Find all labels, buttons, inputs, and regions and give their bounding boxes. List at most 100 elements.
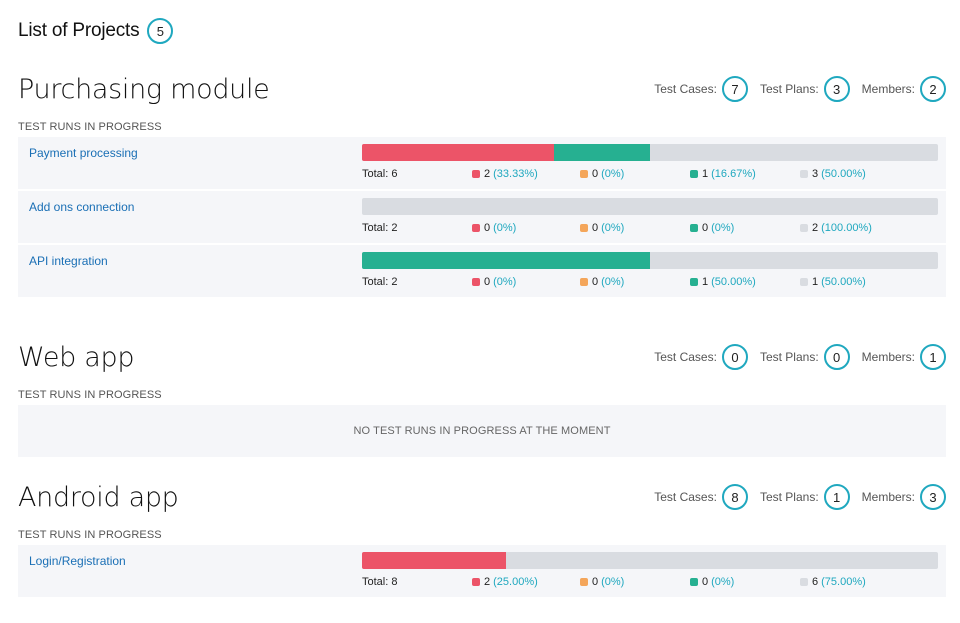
failed-count: 2	[484, 168, 491, 180]
blocked-swatch-icon	[580, 224, 588, 232]
project-stats: Test Cases: 8 Test Plans: 1 Members: 3	[642, 484, 946, 510]
test-plans-badge[interactable]: 3	[823, 76, 850, 102]
blocked-percent[interactable]: (0%)	[601, 222, 624, 234]
failed-percent[interactable]: (0%)	[493, 222, 516, 234]
legend-failed: 0 (0%)	[472, 276, 516, 288]
stat-label: Test Cases:	[654, 490, 717, 504]
stat-label: Members:	[861, 350, 915, 364]
legend-failed: 2 (25.00%)	[472, 576, 538, 588]
members-badge[interactable]: 2	[920, 76, 946, 102]
test-run-link[interactable]: Login/Registration	[29, 554, 126, 568]
passed-percent[interactable]: (16.67%)	[711, 168, 756, 180]
legend-untested: 6 (75.00%)	[800, 576, 866, 588]
section-label: TEST RUNS IN PROGRESS	[18, 121, 162, 133]
blocked-percent[interactable]: (0%)	[601, 168, 624, 180]
blocked-percent[interactable]: (0%)	[601, 576, 624, 588]
legend-passed: 0 (0%)	[690, 576, 734, 588]
stat-members: Members: 2	[862, 76, 946, 102]
test-cases-badge[interactable]: 7	[721, 76, 748, 102]
legend-blocked: 0 (0%)	[580, 222, 624, 234]
stat-label: Members:	[861, 490, 915, 504]
project-name[interactable]: Purchasing module	[18, 72, 270, 108]
untested-swatch-icon	[800, 224, 808, 232]
run-stats: Total: 6 2 (33.33%) 0 (0%) 1 (16.67%) 3 …	[362, 168, 938, 182]
progress-bar	[362, 144, 938, 161]
project-section: Android app Test Cases: 8 Test Plans: 1 …	[18, 480, 946, 599]
test-runs-list: Payment processing Total: 6 2 (33.33%) 0…	[18, 137, 946, 297]
progress-bar	[362, 198, 938, 215]
members-badge[interactable]: 1	[920, 344, 946, 370]
blocked-swatch-icon	[580, 170, 588, 178]
test-run-link[interactable]: Add ons connection	[29, 200, 134, 214]
failed-percent[interactable]: (25.00%)	[493, 576, 538, 588]
legend-failed: 0 (0%)	[472, 222, 516, 234]
passed-swatch-icon	[690, 170, 698, 178]
project-section: Purchasing module Test Cases: 7 Test Pla…	[18, 72, 946, 299]
passed-swatch-icon	[690, 224, 698, 232]
passed-percent[interactable]: (0%)	[711, 222, 734, 234]
stat-test-cases: Test Cases: 8	[654, 484, 748, 510]
project-header: Web app Test Cases: 0 Test Plans: 0 Memb…	[18, 340, 946, 380]
untested-count: 2	[812, 222, 819, 234]
legend-passed: 1 (50.00%)	[690, 276, 756, 288]
failed-swatch-icon	[472, 224, 480, 232]
project-header: Android app Test Cases: 8 Test Plans: 1 …	[18, 480, 946, 520]
blocked-count: 0	[592, 222, 599, 234]
members-badge[interactable]: 3	[920, 484, 946, 510]
stat-test-cases: Test Cases: 7	[654, 76, 748, 102]
legend-passed: 1 (16.67%)	[690, 168, 756, 180]
untested-count: 3	[812, 168, 819, 180]
passed-count: 1	[702, 276, 709, 288]
blocked-count: 0	[592, 276, 599, 288]
passed-count: 1	[702, 168, 709, 180]
passed-percent[interactable]: (0%)	[711, 576, 734, 588]
blocked-swatch-icon	[580, 578, 588, 586]
failed-swatch-icon	[472, 278, 480, 286]
bar-segment-passed	[362, 252, 650, 269]
test-plans-badge[interactable]: 1	[823, 484, 850, 510]
blocked-percent[interactable]: (0%)	[601, 276, 624, 288]
failed-percent[interactable]: (33.33%)	[493, 168, 538, 180]
legend-untested: 3 (50.00%)	[800, 168, 866, 180]
run-total: Total: 8	[362, 576, 398, 588]
failed-count: 0	[484, 276, 491, 288]
test-run-link[interactable]: Payment processing	[29, 146, 138, 160]
test-run-row: Add ons connection Total: 2 0 (0%) 0 (0%…	[18, 191, 946, 243]
untested-count: 1	[812, 276, 819, 288]
run-stats: Total: 2 0 (0%) 0 (0%) 0 (0%) 2 (100.00%…	[362, 222, 938, 236]
passed-percent[interactable]: (50.00%)	[711, 276, 756, 288]
untested-percent[interactable]: (50.00%)	[821, 168, 866, 180]
project-name[interactable]: Web app	[18, 340, 134, 376]
stat-label: Test Plans:	[759, 350, 819, 364]
project-stats: Test Cases: 0 Test Plans: 0 Members: 1	[642, 344, 946, 370]
legend-passed: 0 (0%)	[690, 222, 734, 234]
untested-percent[interactable]: (75.00%)	[821, 576, 866, 588]
project-count-badge: 5	[147, 18, 174, 44]
legend-blocked: 0 (0%)	[580, 168, 624, 180]
bar-segment-passed	[553, 144, 650, 161]
test-cases-badge[interactable]: 8	[721, 484, 748, 510]
untested-percent[interactable]: (100.00%)	[821, 222, 872, 234]
blocked-swatch-icon	[580, 278, 588, 286]
page-title: List of Projects	[18, 20, 140, 41]
bar-segment-failed	[362, 144, 554, 161]
failed-percent[interactable]: (0%)	[493, 276, 516, 288]
blocked-count: 0	[592, 168, 599, 180]
failed-swatch-icon	[472, 578, 480, 586]
passed-swatch-icon	[690, 278, 698, 286]
stat-test-cases: Test Cases: 0	[654, 344, 748, 370]
section-label: TEST RUNS IN PROGRESS	[18, 529, 162, 541]
stat-members: Members: 3	[862, 484, 946, 510]
project-name[interactable]: Android app	[18, 480, 179, 516]
test-runs-list: NO TEST RUNS IN PROGRESS AT THE MOMENT	[18, 405, 946, 457]
project-stats: Test Cases: 7 Test Plans: 3 Members: 2	[642, 76, 946, 102]
stat-members: Members: 1	[862, 344, 946, 370]
untested-swatch-icon	[800, 278, 808, 286]
test-plans-badge[interactable]: 0	[823, 344, 850, 370]
run-total: Total: 2	[362, 276, 398, 288]
test-run-link[interactable]: API integration	[29, 254, 108, 268]
test-cases-badge[interactable]: 0	[721, 344, 748, 370]
section-label: TEST RUNS IN PROGRESS	[18, 389, 162, 401]
test-run-row: Login/Registration Total: 8 2 (25.00%) 0…	[18, 545, 946, 597]
untested-percent[interactable]: (50.00%)	[821, 276, 866, 288]
